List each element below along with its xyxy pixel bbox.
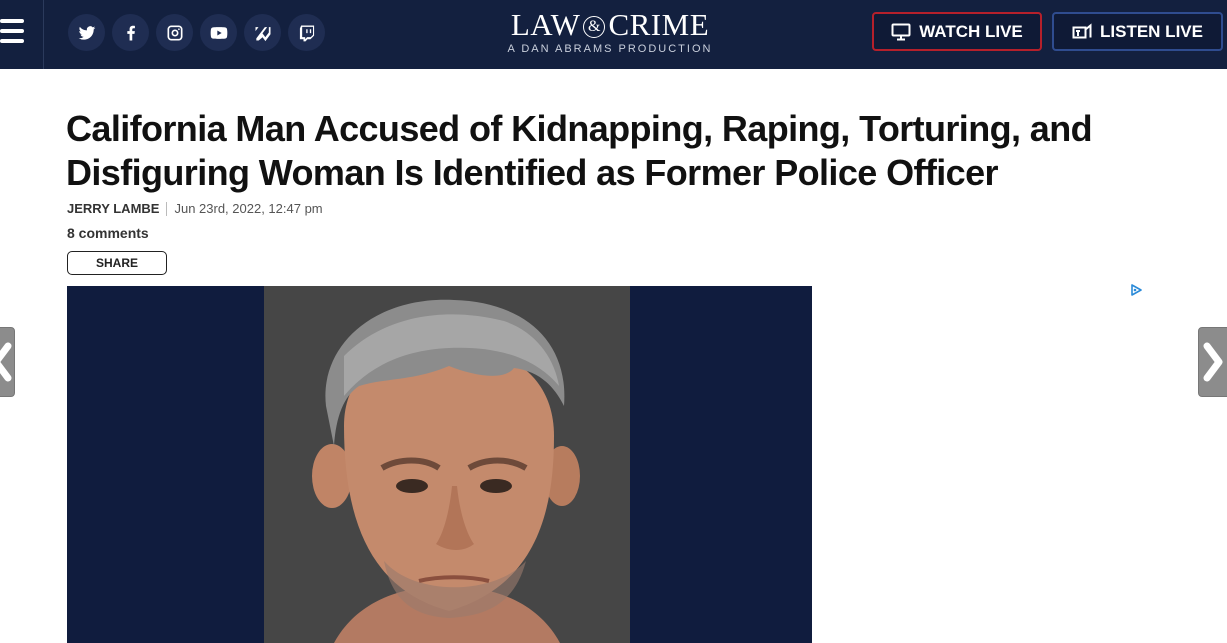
social-links	[68, 14, 325, 51]
twitch-icon[interactable]	[288, 14, 325, 51]
listen-live-label: LISTEN LIVE	[1100, 21, 1203, 41]
watch-live-button[interactable]: WATCH LIVE	[872, 12, 1042, 51]
comments-link[interactable]: 8 comments	[67, 225, 149, 241]
tv-icon	[891, 23, 911, 40]
listen-live-button[interactable]: LISTEN LIVE	[1052, 12, 1223, 51]
share-button[interactable]: SHARE	[67, 251, 167, 275]
author-link[interactable]: JERRY LAMBE	[67, 201, 159, 216]
logo-text-law: LAW	[510, 7, 581, 42]
mugshot-image	[264, 286, 630, 643]
byline-divider	[166, 201, 168, 216]
article-photo	[67, 286, 812, 643]
site-logo[interactable]: LAW & CRIME A DAN ABRAMS PRODUCTION	[480, 8, 740, 56]
chevron-right-icon	[1203, 342, 1223, 382]
logo-ampersand: &	[583, 16, 606, 38]
byline: JERRY LAMBE Jun 23rd, 2022, 12:47 pm	[67, 201, 323, 216]
logo-tagline: A DAN ABRAMS PRODUCTION	[507, 43, 713, 55]
chevron-left-icon	[0, 342, 12, 382]
watch-live-label: WATCH LIVE	[919, 21, 1023, 41]
next-article-button[interactable]	[1198, 327, 1227, 397]
publish-date: Jun 23rd, 2022, 12:47 pm	[174, 201, 323, 216]
site-header: LAW & CRIME A DAN ABRAMS PRODUCTION WATCH …	[0, 0, 1227, 69]
apple-news-icon[interactable]	[244, 14, 281, 51]
hamburger-menu-icon[interactable]	[0, 0, 44, 69]
article-headline: California Man Accused of Kidnapping, Ra…	[66, 108, 1093, 193]
logo-text-crime: CRIME	[608, 7, 710, 42]
instagram-icon[interactable]	[156, 14, 193, 51]
twitter-icon[interactable]	[68, 14, 105, 51]
previous-article-button[interactable]	[0, 327, 15, 397]
adchoices-icon[interactable]	[1130, 283, 1142, 296]
facebook-icon[interactable]	[112, 14, 149, 51]
youtube-icon[interactable]	[200, 14, 237, 51]
radio-icon	[1072, 22, 1092, 38]
